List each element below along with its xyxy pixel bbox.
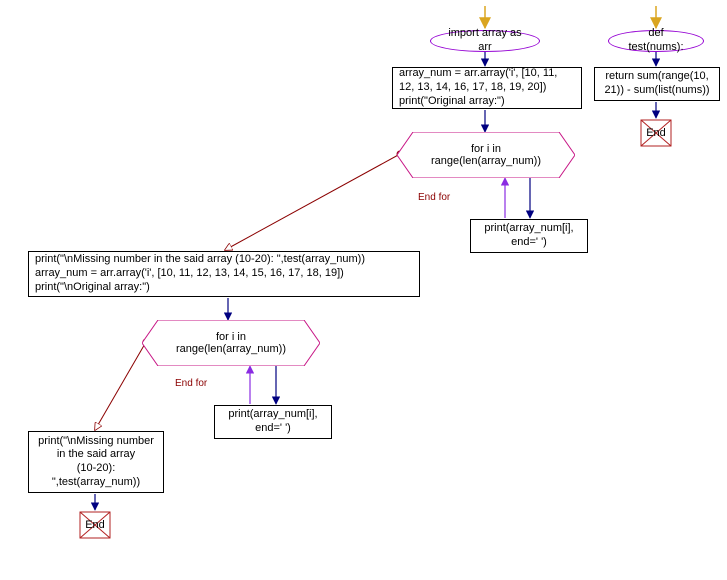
block-array-init-text: array_num = arr.array('i', [10, 11, 12, … bbox=[399, 67, 575, 108]
loop1-end-for-label: End for bbox=[418, 192, 450, 203]
end-func: End bbox=[640, 119, 672, 147]
func-body-text: return sum(range(10, 21)) - sum(list(num… bbox=[604, 70, 709, 98]
loop1-body-text: print(array_num[i], end=' ') bbox=[484, 222, 573, 250]
end-main: End bbox=[79, 511, 111, 539]
entry-func: def test(nums): bbox=[608, 30, 704, 52]
loop2-hex: for i in range(len(array_num)) bbox=[142, 320, 320, 366]
loop2-end-for-label: End for bbox=[175, 378, 207, 389]
entry-main: import array as arr bbox=[430, 30, 540, 52]
loop1-label: for i in range(len(array_num)) bbox=[431, 143, 541, 167]
block-missing-1: print("\nMissing number in the said arra… bbox=[28, 251, 420, 297]
func-body: return sum(range(10, 21)) - sum(list(num… bbox=[594, 67, 720, 101]
loop2-body-text: print(array_num[i], end=' ') bbox=[228, 408, 317, 436]
block-missing-2: print("\nMissing number in the said arra… bbox=[28, 431, 164, 493]
flowchart-canvas: import array as arr array_num = arr.arra… bbox=[0, 0, 727, 580]
loop2-body: print(array_num[i], end=' ') bbox=[214, 405, 332, 439]
loop2-label: for i in range(len(array_num)) bbox=[176, 331, 286, 355]
entry-func-label: def test(nums): bbox=[621, 27, 691, 55]
end-func-label: End bbox=[646, 127, 666, 139]
block-array-init: array_num = arr.array('i', [10, 11, 12, … bbox=[392, 67, 582, 109]
block-missing-2-text: print("\nMissing number in the said arra… bbox=[38, 435, 154, 490]
entry-main-label: import array as arr bbox=[443, 27, 527, 55]
loop1-hex: for i in range(len(array_num)) bbox=[397, 132, 575, 178]
loop1-body: print(array_num[i], end=' ') bbox=[470, 219, 588, 253]
end-main-label: End bbox=[85, 519, 105, 531]
block-missing-1-text: print("\nMissing number in the said arra… bbox=[35, 253, 365, 294]
